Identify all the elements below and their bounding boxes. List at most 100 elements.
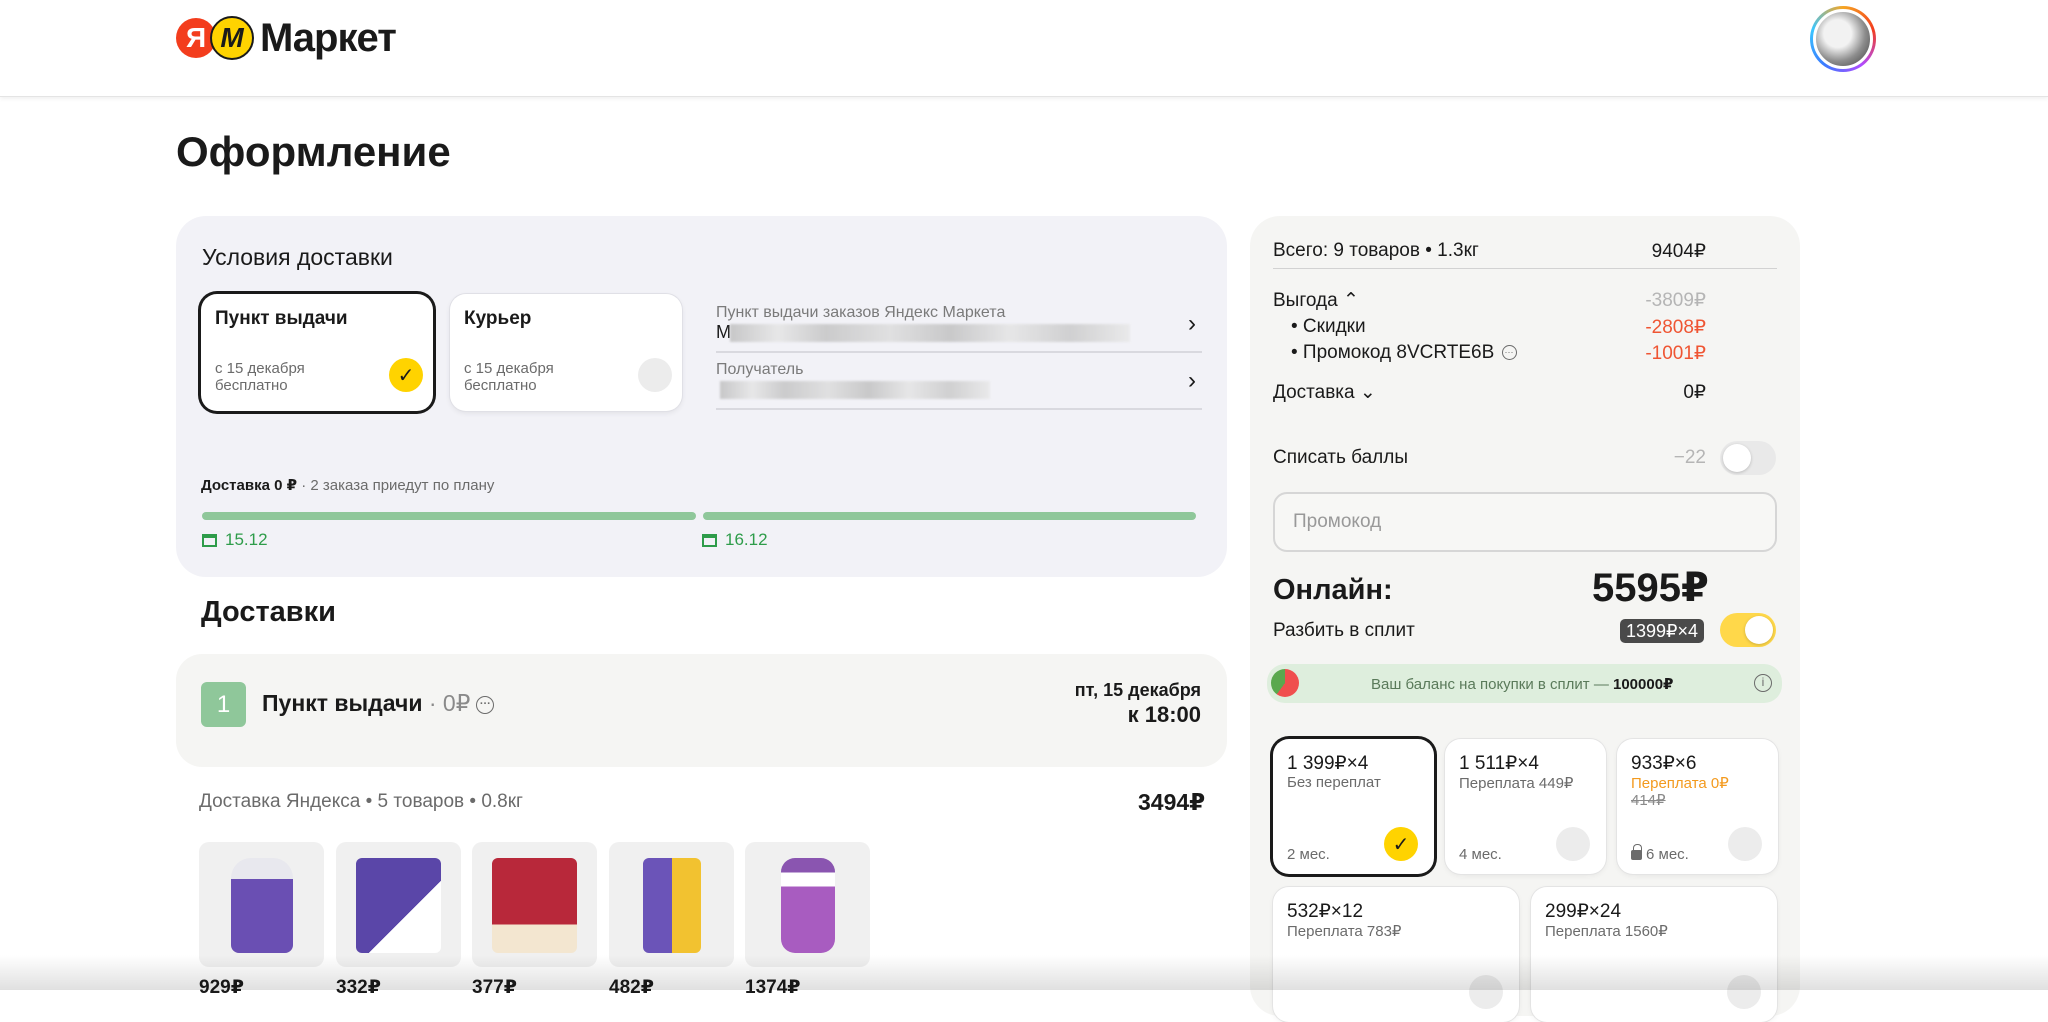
points-toggle[interactable] bbox=[1720, 441, 1776, 475]
product-card[interactable] bbox=[199, 842, 324, 967]
avatar-image bbox=[1813, 9, 1873, 69]
option-courier[interactable]: Курьер с 15 декабря бесплатно bbox=[450, 294, 682, 411]
yandex-market-logo[interactable]: Я M Маркет bbox=[176, 14, 397, 62]
delivery-conditions-title: Условия доставки bbox=[202, 244, 393, 270]
chevron-down-icon: ⌄ bbox=[1359, 382, 1376, 403]
total-label: Всего: 9 товаров • 1.3кг bbox=[1273, 240, 1479, 261]
online-value: 5595₽ bbox=[1592, 566, 1709, 610]
delivery-summary-bold: Доставка 0 ₽ bbox=[201, 477, 298, 494]
plan-amount: 1 399₽×4 bbox=[1287, 753, 1369, 774]
radio-empty-icon bbox=[1556, 827, 1590, 861]
product-image bbox=[643, 858, 701, 953]
plan-sub: Переплата 783₽ bbox=[1287, 923, 1402, 940]
total-value: 9404₽ bbox=[1651, 241, 1706, 262]
info-icon[interactable]: ··· bbox=[1501, 345, 1517, 361]
plan-term: 2 мес. bbox=[1287, 846, 1330, 863]
deliveries-title: Доставки bbox=[201, 596, 336, 628]
chevron-up-icon: ⌃ bbox=[1342, 290, 1359, 311]
pickup-point-value: М bbox=[716, 322, 731, 342]
promo-line: • Промокод 8VCRTE6B ··· bbox=[1291, 342, 1517, 364]
balance-value: 100000₽ bbox=[1613, 676, 1674, 693]
delivery-date-line2: к 18:00 bbox=[1127, 702, 1201, 727]
delivery-progress-bar-2 bbox=[703, 512, 1196, 520]
delivery-date-1-text: 15.12 bbox=[225, 530, 268, 549]
promo-input[interactable]: Промокод bbox=[1273, 492, 1777, 552]
box-icon bbox=[202, 533, 217, 547]
plan-amount: 933₽×6 bbox=[1631, 753, 1697, 774]
product-image bbox=[356, 858, 441, 953]
delivery-summary-label: Доставка bbox=[1273, 382, 1355, 403]
delivery-progress-bar-1 bbox=[202, 512, 696, 520]
plan-sub: Без переплат bbox=[1287, 774, 1381, 791]
recipient-redacted bbox=[720, 381, 990, 399]
delivery-date-line1: пт, 15 декабря bbox=[1074, 680, 1201, 700]
chevron-right-icon: › bbox=[1188, 310, 1196, 337]
promo-line-label: • Промокод 8VCRTE6B bbox=[1291, 342, 1495, 363]
toggle-knob bbox=[1745, 616, 1773, 644]
delivery-date-1: 15.12 bbox=[202, 530, 268, 550]
product-card[interactable] bbox=[472, 842, 597, 967]
pickup-point-label: Пункт выдачи заказов Яндекс Маркета bbox=[716, 304, 1006, 321]
bottom-shadow bbox=[0, 955, 2048, 990]
shipping-line: Доставка Яндекса • 5 товаров • 0.8кг bbox=[199, 791, 523, 812]
split-chip: 1399₽×4 bbox=[1620, 619, 1705, 643]
product-image bbox=[781, 858, 835, 953]
option-pickup[interactable]: Пункт выдачи с 15 декабря бесплатно ✓ bbox=[201, 294, 433, 411]
plan-amount: 299₽×24 bbox=[1545, 901, 1622, 922]
pickup-point-redacted bbox=[730, 324, 1130, 342]
plan-term: 6 мес. bbox=[1646, 846, 1689, 863]
option-courier-price: бесплатно bbox=[464, 377, 537, 394]
page-title: Оформление bbox=[176, 128, 451, 175]
lock-icon bbox=[1631, 844, 1642, 860]
shipping-total: 3494₽ bbox=[1138, 789, 1206, 815]
recipient-label: Получатель bbox=[716, 361, 804, 378]
split-plan-card[interactable]: 1 511₽×4 Переплата 449₽ 4 мес. bbox=[1445, 739, 1606, 874]
delivery-card[interactable]: 1 Пункт выдачи · 0₽ ··· пт, 15 декабря к … bbox=[176, 654, 1227, 767]
divider bbox=[1273, 268, 1777, 269]
option-pickup-date: с 15 декабря bbox=[215, 360, 305, 377]
option-courier-title: Курьер bbox=[464, 308, 532, 329]
option-courier-sub: с 15 декабря бесплатно bbox=[464, 360, 554, 394]
delivery-toggle[interactable]: Доставка ⌄ bbox=[1273, 381, 1376, 404]
option-courier-date: с 15 декабря bbox=[464, 360, 554, 377]
check-icon: ✓ bbox=[1384, 827, 1418, 861]
info-icon[interactable]: ··· bbox=[476, 695, 495, 714]
plan-term-row: 6 мес. bbox=[1631, 844, 1689, 863]
option-pickup-price: бесплатно bbox=[215, 377, 288, 394]
product-image bbox=[231, 858, 293, 953]
split-plan-card[interactable]: 1 399₽×4 Без переплат 2 мес. ✓ bbox=[1273, 739, 1434, 874]
split-toggle[interactable] bbox=[1720, 613, 1776, 647]
delivery-date-2-text: 16.12 bbox=[725, 530, 768, 549]
delivery-summary-value: 0₽ bbox=[1683, 382, 1706, 403]
delivery-summary-rest: · 2 заказа приедут по плану bbox=[297, 477, 495, 494]
plan-amount: 1 511₽×4 bbox=[1459, 753, 1539, 774]
delivery-number-badge: 1 bbox=[201, 682, 246, 727]
points-label: Списать баллы bbox=[1273, 447, 1408, 468]
product-card[interactable] bbox=[609, 842, 734, 967]
split-balance-banner: Ваш баланс на покупки в сплит — 100000₽ … bbox=[1267, 664, 1782, 703]
melon-icon bbox=[1271, 669, 1299, 697]
logo-text: Маркет bbox=[260, 15, 397, 60]
delivery-summary: Доставка 0 ₽ · 2 заказа приедут по плану bbox=[201, 476, 494, 494]
benefit-toggle[interactable]: Выгода ⌃ bbox=[1273, 289, 1359, 312]
plan-sub: Переплата 1560₽ bbox=[1545, 923, 1668, 940]
plan-amount: 532₽×12 bbox=[1287, 901, 1364, 922]
plan-sub: Переплата 449₽ bbox=[1459, 775, 1574, 792]
recipient-field[interactable]: Получатель › bbox=[716, 361, 1202, 410]
product-card[interactable] bbox=[745, 842, 870, 967]
plan-sub: Переплата 0₽ bbox=[1631, 775, 1729, 792]
split-plan-card[interactable]: 933₽×6 Переплата 0₽ 414₽ 6 мес. bbox=[1617, 739, 1778, 874]
product-card[interactable] bbox=[336, 842, 461, 967]
box-icon bbox=[702, 533, 717, 547]
online-label: Онлайн: bbox=[1273, 574, 1393, 606]
pickup-point-field[interactable]: Пункт выдачи заказов Яндекс Маркета М › bbox=[716, 304, 1202, 353]
balance-text: Ваш баланс на покупки в сплит — 100000₽ bbox=[1371, 675, 1674, 693]
info-icon[interactable]: i bbox=[1754, 674, 1772, 692]
balance-label: Ваш баланс на покупки в сплит — bbox=[1371, 676, 1613, 693]
benefit-label: Выгода bbox=[1273, 290, 1338, 311]
points-value: −22 bbox=[1673, 447, 1706, 468]
delivery-name-text: Пункт выдачи bbox=[262, 690, 423, 716]
avatar[interactable] bbox=[1810, 6, 1876, 72]
plan-strike-price: 414₽ bbox=[1631, 792, 1666, 809]
check-icon: ✓ bbox=[389, 358, 423, 392]
